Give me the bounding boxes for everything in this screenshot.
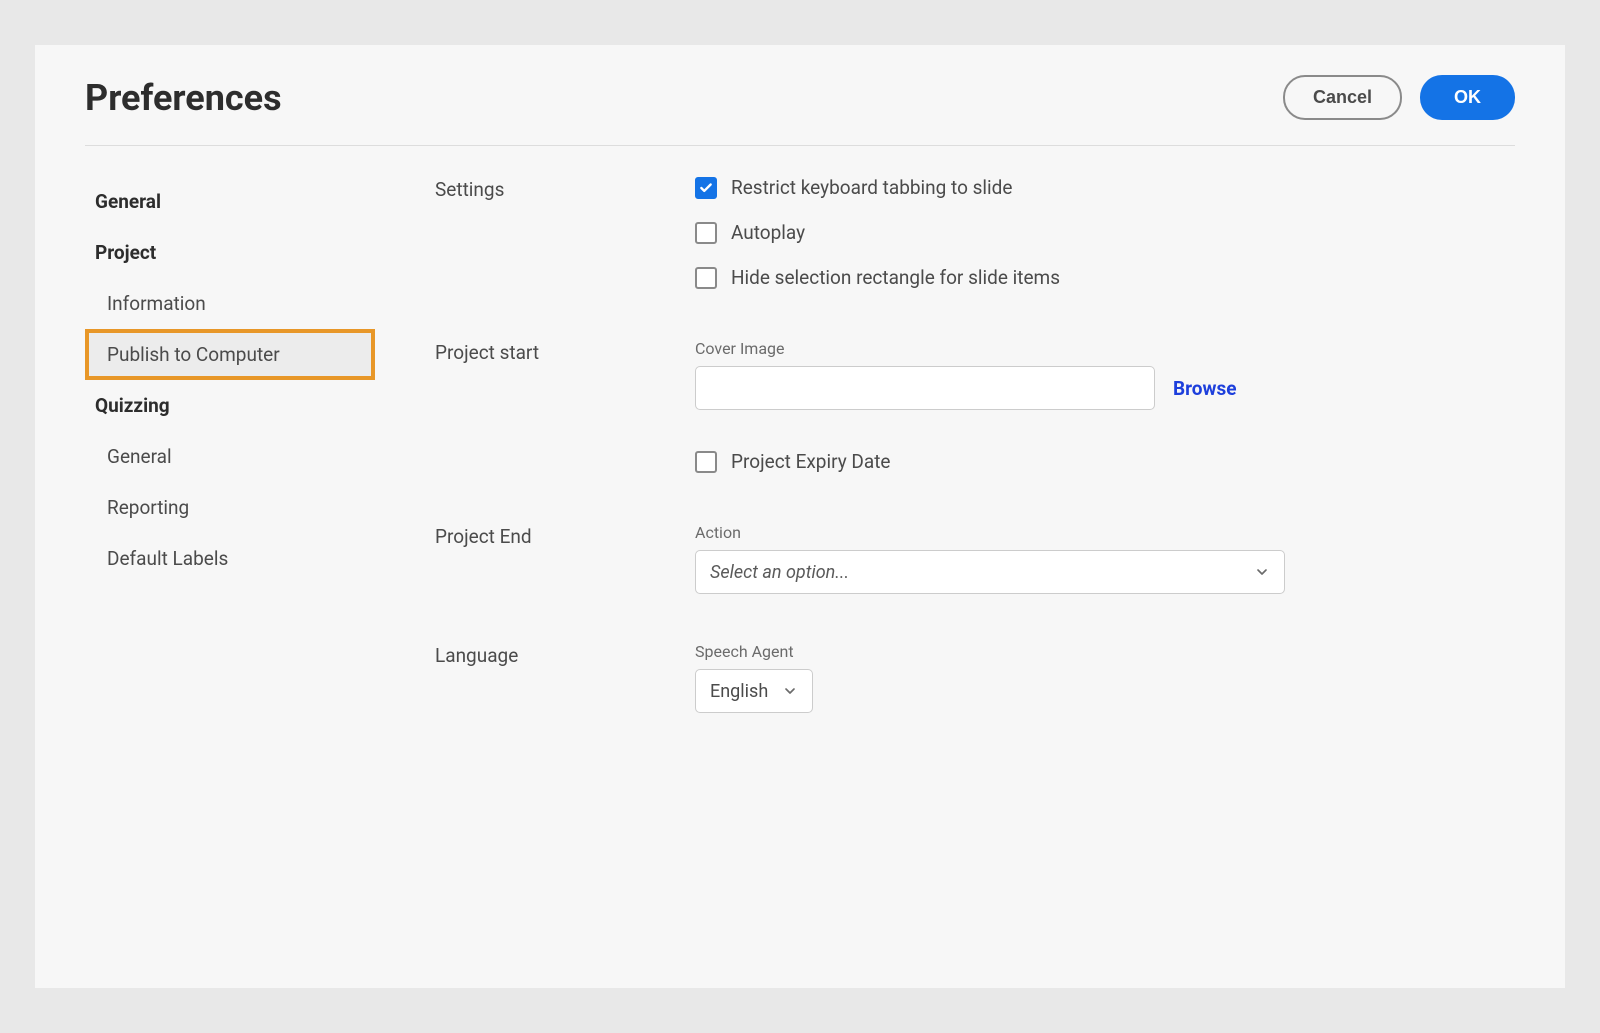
checkbox-label-autoplay: Autoplay	[731, 221, 805, 244]
action-select[interactable]: Select an option...	[695, 550, 1285, 594]
checkbox-label-expiry-date: Project Expiry Date	[731, 450, 891, 473]
checkbox-restrict-tabbing[interactable]	[695, 177, 717, 199]
checkbox-row-expiry-date: Project Expiry Date	[695, 450, 1515, 473]
checkbox-label-restrict-tabbing: Restrict keyboard tabbing to slide	[731, 176, 1012, 199]
chevron-down-icon	[1254, 564, 1270, 580]
action-select-placeholder: Select an option...	[710, 562, 849, 583]
section-project-end: Project End Action Select an option...	[435, 523, 1515, 594]
section-body-language: Speech Agent English	[695, 642, 1515, 713]
dialog-header: Preferences Cancel OK	[85, 75, 1515, 146]
section-settings: Settings Restrict keyboard tabbing to sl…	[435, 176, 1515, 311]
main-panel: Settings Restrict keyboard tabbing to sl…	[435, 176, 1515, 741]
section-label-project-end: Project End	[435, 523, 695, 594]
speech-agent-select[interactable]: English	[695, 669, 813, 713]
preferences-dialog: Preferences Cancel OK General Project In…	[35, 45, 1565, 988]
sidebar-item-project[interactable]: Project	[85, 227, 375, 278]
sidebar-item-publish-to-computer[interactable]: Publish to Computer	[85, 329, 375, 380]
section-label-language: Language	[435, 642, 695, 713]
section-body-project-end: Action Select an option...	[695, 523, 1515, 594]
sidebar-item-default-labels[interactable]: Default Labels	[85, 533, 375, 584]
cover-image-row: Browse	[695, 366, 1515, 410]
ok-button[interactable]: OK	[1420, 75, 1515, 120]
checkbox-row-autoplay: Autoplay	[695, 221, 1515, 244]
speech-agent-value: English	[710, 681, 768, 702]
checkbox-row-hide-selection: Hide selection rectangle for slide items	[695, 266, 1515, 289]
checkbox-expiry-date[interactable]	[695, 451, 717, 473]
cancel-button[interactable]: Cancel	[1283, 75, 1402, 120]
dialog-content: General Project Information Publish to C…	[85, 176, 1515, 741]
section-project-start: Project start Cover Image Browse Project…	[435, 339, 1515, 495]
cover-image-label: Cover Image	[695, 339, 1515, 358]
checkbox-row-restrict-tabbing: Restrict keyboard tabbing to slide	[695, 176, 1515, 199]
checkbox-autoplay[interactable]	[695, 222, 717, 244]
sidebar-item-reporting[interactable]: Reporting	[85, 482, 375, 533]
cover-image-input[interactable]	[695, 366, 1155, 410]
checkbox-label-hide-selection: Hide selection rectangle for slide items	[731, 266, 1060, 289]
speech-agent-label: Speech Agent	[695, 642, 1515, 661]
dialog-title: Preferences	[85, 77, 282, 119]
sidebar-item-quizzing[interactable]: Quizzing	[85, 380, 375, 431]
chevron-down-icon	[782, 683, 798, 699]
action-label: Action	[695, 523, 1515, 542]
sidebar-item-quizzing-general[interactable]: General	[85, 431, 375, 482]
section-label-settings: Settings	[435, 176, 695, 311]
sidebar-item-general[interactable]: General	[85, 176, 375, 227]
section-body-settings: Restrict keyboard tabbing to slide Autop…	[695, 176, 1515, 311]
checkmark-icon	[699, 181, 713, 195]
browse-button[interactable]: Browse	[1173, 377, 1237, 400]
checkbox-hide-selection[interactable]	[695, 267, 717, 289]
section-label-project-start: Project start	[435, 339, 695, 495]
header-buttons: Cancel OK	[1283, 75, 1515, 120]
section-language: Language Speech Agent English	[435, 642, 1515, 713]
sidebar: General Project Information Publish to C…	[85, 176, 375, 741]
sidebar-item-information[interactable]: Information	[85, 278, 375, 329]
section-body-project-start: Cover Image Browse Project Expiry Date	[695, 339, 1515, 495]
